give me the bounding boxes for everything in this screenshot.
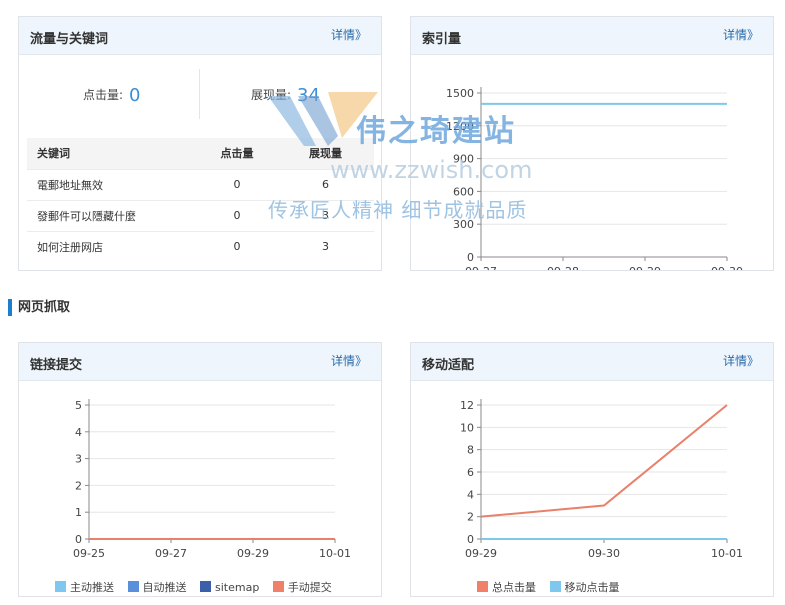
index-volume-panel: 索引量 详情》 0 300 600 900 1200 1500 09-27 09-28 09-2… <box>410 16 774 271</box>
table-row[interactable]: 發郵件可以隱藏什麼 0 3 <box>27 199 374 231</box>
clicks-cell: 0 <box>197 199 277 231</box>
clicks-cell: 0 <box>197 230 277 262</box>
x-tick-label: 09-28 <box>547 265 579 270</box>
x-tick-label: 09-27 <box>155 547 187 560</box>
chart-legend: 主动推送 自动推送 sitemap 手动提交 <box>55 579 342 595</box>
traffic-keywords-panel: 流量与关键词 详情》 点击量: 0 展现量: 34 关键词 点击量 展现量 電郵地址… <box>18 16 382 271</box>
views-cell: 3 <box>277 230 374 262</box>
panel-title: 移动适配 <box>422 358 475 373</box>
details-link[interactable]: 详情》 <box>331 352 367 369</box>
link-submission-panel: 链接提交 详情》 0 1 2 3 4 5 09-25 09-27 09-29 10-01 主动推送… <box>18 342 382 597</box>
keyword-table: 关键词 点击量 展现量 電郵地址無效 0 6 發郵件可以隱藏什麼 0 3 如何注… <box>27 138 374 262</box>
legend-swatch <box>200 581 211 592</box>
y-tick-label: 300 <box>453 218 474 231</box>
views-label: 展现量: <box>251 88 292 102</box>
section-title: 网页抓取 <box>8 299 70 316</box>
panel-title: 链接提交 <box>30 358 83 373</box>
clicks-cell: 0 <box>197 168 277 200</box>
y-tick-label: 3 <box>75 453 82 466</box>
x-tick-label: 09-27 <box>465 265 497 270</box>
x-tick-label: 09-29 <box>237 547 269 560</box>
y-tick-label: 5 <box>75 399 82 412</box>
x-tick-label: 09-29 <box>629 265 661 270</box>
legend-label: 手动提交 <box>287 581 332 594</box>
y-tick-label: 0 <box>75 533 82 546</box>
legend-swatch <box>549 581 561 592</box>
mobile-adaptation-chart: 0 2 4 6 8 10 12 09-29 09-30 10-01 <box>460 399 743 560</box>
link-submission-chart: 0 1 2 3 4 5 09-25 09-27 09-29 10-01 <box>73 399 351 560</box>
legend-item[interactable]: 自动推送 <box>127 581 187 594</box>
legend-item[interactable]: 手动提交 <box>272 581 332 594</box>
panel-header: 流量与关键词 详情》 <box>19 17 381 55</box>
y-tick-label: 6 <box>467 466 474 479</box>
panel-title: 索引量 <box>422 32 462 47</box>
panel-header: 移动适配 详情》 <box>411 343 773 381</box>
keyword-cell: 如何注册网店 <box>27 230 197 262</box>
legend-label: sitemap <box>215 581 260 594</box>
chart-legend: 总点击量 移动点击量 <box>477 579 630 595</box>
x-tick-label: 10-01 <box>319 547 351 560</box>
clicks-label: 点击量: <box>83 88 124 102</box>
legend-item[interactable]: sitemap <box>200 581 259 594</box>
legend-swatch <box>55 581 66 592</box>
clicks-value: 0 <box>129 85 141 106</box>
keyword-cell: 發郵件可以隱藏什麼 <box>27 199 197 231</box>
col-header-clicks: 点击量 <box>197 138 277 169</box>
legend-item[interactable]: 移动点击量 <box>549 581 620 594</box>
table-row[interactable]: 電郵地址無效 0 6 <box>27 168 374 200</box>
index-volume-chart: 0 300 600 900 1200 1500 09-27 09-28 09-29 09-30 <box>446 87 743 270</box>
legend-swatch <box>127 581 139 592</box>
x-tick-label: 10-01 <box>711 547 743 560</box>
y-tick-label: 0 <box>467 251 474 264</box>
mobile-adaptation-panel: 移动适配 详情》 0 2 4 6 8 10 12 09-29 09-30 10-01 总点击量 移… <box>410 342 774 597</box>
y-tick-label: 1500 <box>446 87 474 100</box>
y-tick-label: 4 <box>467 488 474 501</box>
views-cell: 3 <box>277 199 374 231</box>
legend-label: 移动点击量 <box>564 581 620 594</box>
y-tick-label: 8 <box>467 444 474 457</box>
table-row[interactable]: 如何注册网店 0 3 <box>27 230 374 262</box>
y-tick-label: 10 <box>460 421 474 434</box>
table-header-row: 关键词 点击量 展现量 <box>27 138 374 169</box>
legend-item[interactable]: 总点击量 <box>477 581 536 594</box>
views-cell: 6 <box>277 168 374 200</box>
y-tick-label: 4 <box>75 426 82 439</box>
keyword-cell: 電郵地址無效 <box>27 168 197 200</box>
stat-divider <box>199 69 200 119</box>
y-tick-label: 0 <box>467 533 474 546</box>
x-tick-label: 09-29 <box>465 547 497 560</box>
views-value: 34 <box>297 85 320 106</box>
y-tick-label: 1 <box>75 506 82 519</box>
panel-header: 索引量 详情》 <box>411 17 773 55</box>
y-tick-label: 2 <box>75 479 82 492</box>
col-header-keyword: 关键词 <box>27 138 197 169</box>
series-line-1 <box>480 404 728 518</box>
details-link[interactable]: 详情》 <box>723 26 759 43</box>
x-tick-label: 09-25 <box>73 547 105 560</box>
legend-label: 总点击量 <box>492 581 536 594</box>
details-link[interactable]: 详情》 <box>723 352 759 369</box>
clicks-stat: 点击量: 0 <box>83 85 141 106</box>
col-header-views: 展现量 <box>277 138 374 169</box>
y-tick-label: 600 <box>453 185 474 198</box>
x-tick-label: 09-30 <box>711 265 743 270</box>
legend-item[interactable]: 主动推送 <box>55 581 114 594</box>
legend-label: 主动推送 <box>70 581 114 594</box>
legend-label: 自动推送 <box>142 581 187 594</box>
details-link[interactable]: 详情》 <box>331 26 367 43</box>
panel-header: 链接提交 详情》 <box>19 343 381 381</box>
y-tick-label: 1200 <box>446 120 474 133</box>
y-tick-label: 2 <box>467 511 474 524</box>
views-stat: 展现量: 34 <box>251 85 320 106</box>
legend-swatch <box>477 581 488 592</box>
y-tick-label: 12 <box>460 399 474 412</box>
x-tick-label: 09-30 <box>588 547 620 560</box>
legend-swatch <box>272 581 284 592</box>
y-tick-label: 900 <box>453 153 474 166</box>
panel-title: 流量与关键词 <box>30 32 109 47</box>
